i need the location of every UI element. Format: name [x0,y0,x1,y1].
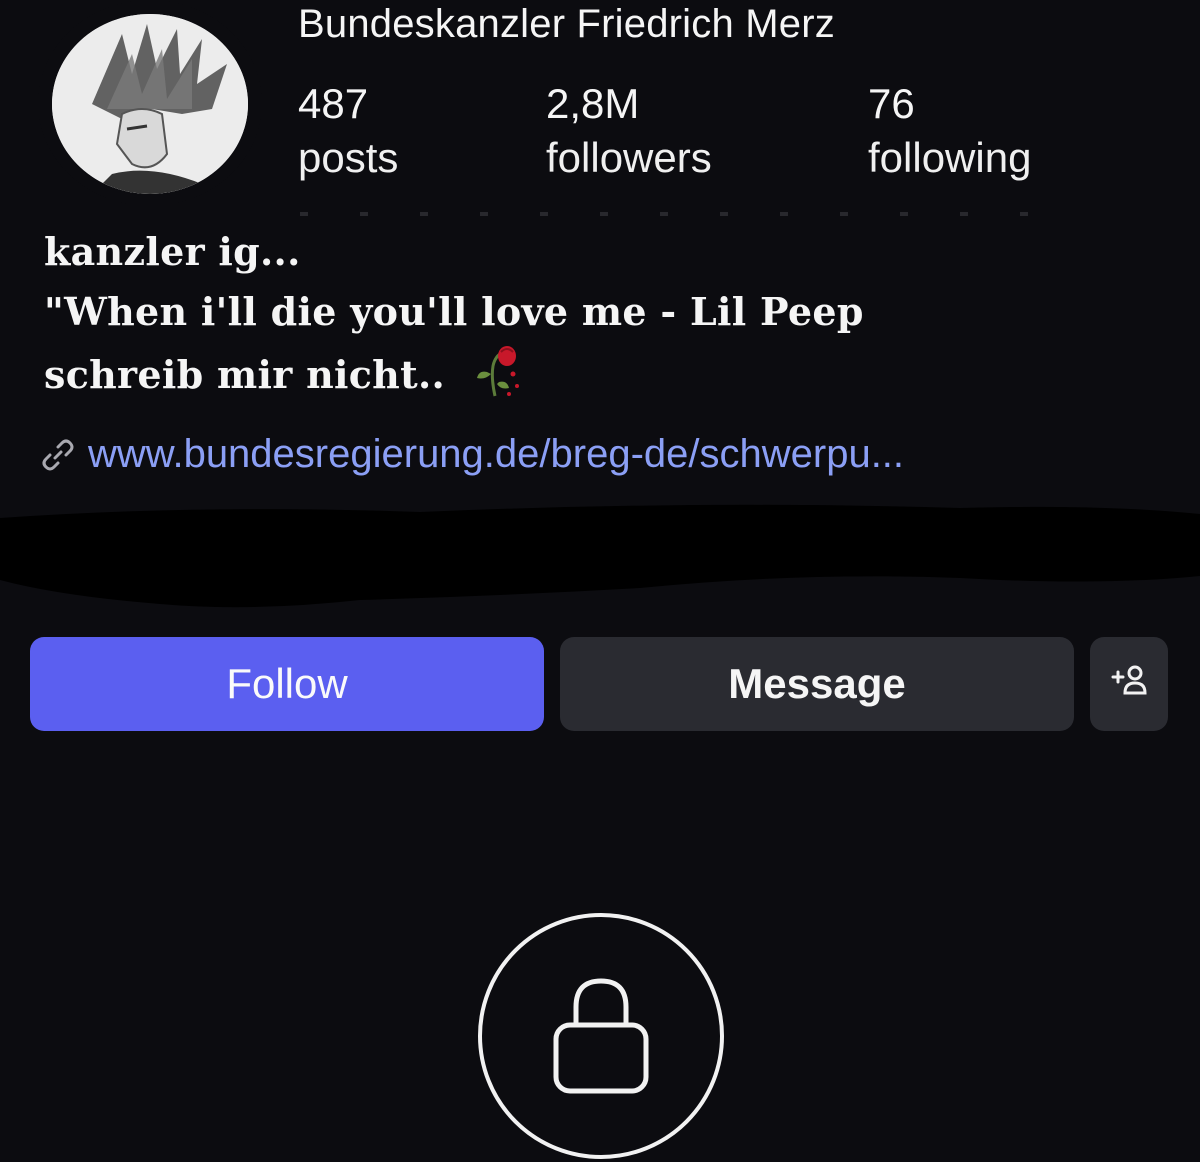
following-count: 76 [868,80,915,127]
avatar[interactable] [38,0,262,206]
profile-username: Bundeskanzler Friedrich Merz [298,2,835,46]
message-button[interactable]: Message [560,637,1074,731]
stat-followers[interactable]: 2,8M followers [546,78,712,186]
wilted-rose-icon [473,342,523,415]
followers-label: followers [546,134,712,181]
bio-line-2: "When i'll die you'll love me - Lil Peep [44,289,864,334]
profile-bio: kanzler ig... "When i'll die you'll love… [44,222,864,415]
bio-line-1: kanzler ig... [44,229,301,274]
following-label: following [868,134,1032,181]
posts-count: 487 [298,80,369,127]
stat-following[interactable]: 76 following [868,78,1031,186]
posts-label: posts [298,134,399,181]
lock-icon [546,969,656,1104]
profile-link[interactable]: www.bundesregierung.de/breg-de/schwerpu.… [38,432,904,477]
link-icon [38,435,78,475]
bio-line-3-wrapper: schreib mir nicht.. [44,342,864,415]
redaction-scribble [0,500,1200,612]
follow-button[interactable]: Follow [30,637,544,731]
private-account-indicator [478,913,724,1159]
obscured-text-line [300,212,1060,216]
add-user-button[interactable] [1090,637,1168,731]
anime-character-avatar-icon [52,14,248,194]
add-person-icon [1109,659,1149,709]
bio-line-3: schreib mir nicht.. [44,352,446,397]
link-text[interactable]: www.bundesregierung.de/breg-de/schwerpu.… [88,432,904,477]
followers-count: 2,8M [546,80,640,127]
stat-posts[interactable]: 487 posts [298,78,398,186]
avatar-image [52,14,248,194]
